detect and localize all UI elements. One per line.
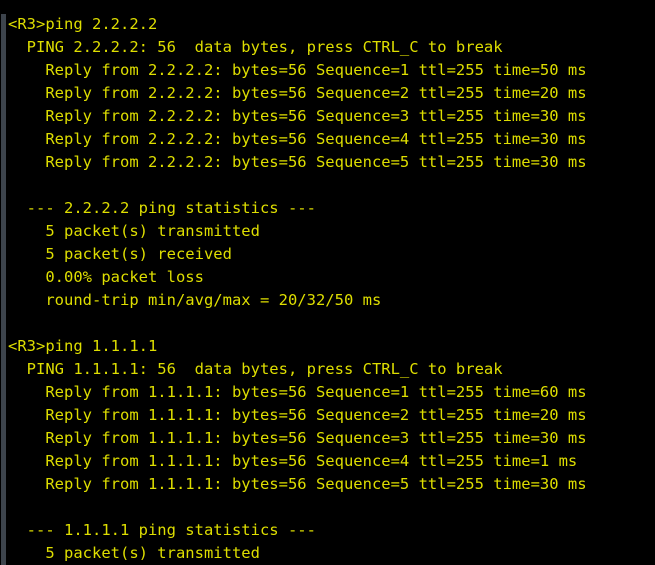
ping-reply-line: Reply from 2.2.2.2: bytes=56 Sequence=1 … bbox=[8, 61, 587, 79]
ping-header-line: PING 1.1.1.1: 56 data bytes, press CTRL_… bbox=[8, 360, 503, 378]
ping-header-line: PING 2.2.2.2: 56 data bytes, press CTRL_… bbox=[8, 38, 503, 56]
terminal-window[interactable]: <R3>ping 2.2.2.2 PING 2.2.2.2: 56 data b… bbox=[0, 0, 655, 565]
ping-reply-line: Reply from 2.2.2.2: bytes=56 Sequence=5 … bbox=[8, 153, 587, 171]
ping-reply-line: Reply from 1.1.1.1: bytes=56 Sequence=1 … bbox=[8, 383, 587, 401]
terminal-output-screen[interactable]: <R3>ping 2.2.2.2 PING 2.2.2.2: 56 data b… bbox=[0, 0, 655, 565]
ping-reply-line: Reply from 1.1.1.1: bytes=56 Sequence=4 … bbox=[8, 452, 578, 470]
ping-reply-line: Reply from 2.2.2.2: bytes=56 Sequence=4 … bbox=[8, 130, 587, 148]
packets-transmitted-line: 5 packet(s) transmitted bbox=[8, 222, 260, 240]
ping-reply-line: Reply from 2.2.2.2: bytes=56 Sequence=3 … bbox=[8, 107, 587, 125]
packets-received-line: 5 packet(s) received bbox=[8, 245, 232, 263]
command-prompt-line[interactable]: <R3>ping 1.1.1.1 bbox=[0, 335, 655, 358]
ping-reply-line: Reply from 1.1.1.1: bytes=56 Sequence=5 … bbox=[8, 475, 587, 493]
ping-statistics-header: --- 1.1.1.1 ping statistics --- bbox=[8, 521, 316, 539]
ping-reply-line: Reply from 1.1.1.1: bytes=56 Sequence=3 … bbox=[8, 429, 587, 447]
ping-reply-line: Reply from 2.2.2.2: bytes=56 Sequence=2 … bbox=[8, 84, 587, 102]
ping-statistics-header: --- 2.2.2.2 ping statistics --- bbox=[8, 199, 316, 217]
round-trip-line: round-trip min/avg/max = 20/32/50 ms bbox=[8, 291, 382, 309]
command-prompt-line[interactable]: <R3>ping 2.2.2.2 bbox=[0, 13, 655, 36]
packet-loss-line: 0.00% packet loss bbox=[8, 268, 204, 286]
ping-reply-line: Reply from 1.1.1.1: bytes=56 Sequence=2 … bbox=[8, 406, 587, 424]
packets-transmitted-line: 5 packet(s) transmitted bbox=[8, 544, 260, 562]
